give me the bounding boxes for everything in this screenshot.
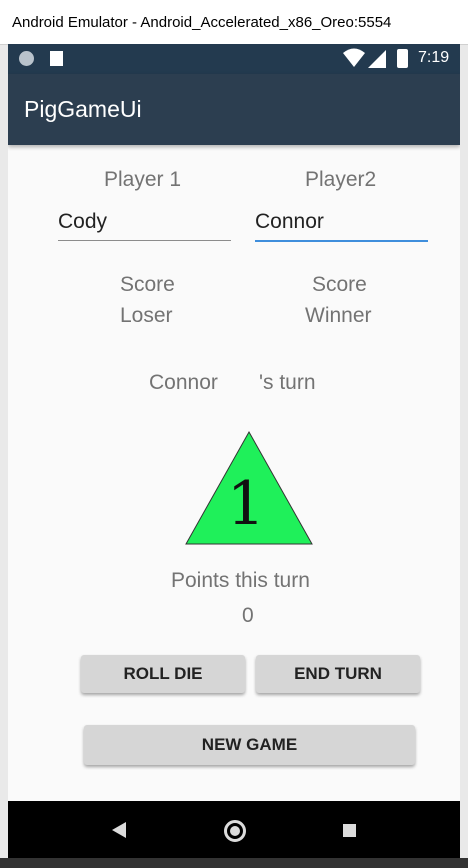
current-player-name: Connor <box>149 371 218 394</box>
window-bottom-edge <box>0 858 468 868</box>
die-value: 1 <box>227 469 265 539</box>
wifi-icon <box>343 48 365 67</box>
player2-name-field[interactable] <box>255 206 428 242</box>
recent-apps-icon[interactable] <box>343 824 356 837</box>
home-icon[interactable] <box>224 820 246 842</box>
navigation-bar <box>8 801 460 858</box>
emulator-title-bar: Android Emulator - Android_Accelerated_x… <box>0 0 468 45</box>
player1-label: Player 1 <box>104 168 182 191</box>
status-bar: 7:19 <box>8 44 460 74</box>
player1-score-label: Score <box>120 273 175 296</box>
points-this-turn-value: 0 <box>242 604 254 627</box>
turn-suffix: 's turn <box>259 371 316 394</box>
player1-name-field[interactable] <box>58 206 231 241</box>
app-title: PigGameUi <box>24 96 142 122</box>
battery-icon <box>397 49 408 68</box>
player2-score-value: Winner <box>305 304 372 327</box>
player1-name-input[interactable] <box>58 206 231 238</box>
status-time: 7:19 <box>418 49 450 66</box>
player2-name-input[interactable] <box>255 206 428 238</box>
emulator-title: Android Emulator - Android_Accelerated_x… <box>12 14 392 31</box>
player2-score-label: Score <box>312 273 367 296</box>
app-bar: PigGameUi <box>8 74 460 145</box>
back-icon[interactable] <box>112 822 126 838</box>
points-this-turn-label: Points this turn <box>171 569 310 592</box>
device-screen: 7:19 PigGameUi Player 1 Player2 Score Lo… <box>8 44 460 858</box>
notification-dot-icon <box>19 51 34 66</box>
player2-label: Player2 <box>305 168 377 191</box>
cell-signal-icon <box>368 50 386 68</box>
roll-die-button[interactable]: ROLL DIE <box>81 655 245 693</box>
player1-score-value: Loser <box>120 304 173 327</box>
end-turn-button[interactable]: END TURN <box>256 655 420 693</box>
sd-card-icon <box>50 51 63 66</box>
die-image: 1 <box>185 430 313 545</box>
new-game-button[interactable]: NEW GAME <box>84 725 415 765</box>
